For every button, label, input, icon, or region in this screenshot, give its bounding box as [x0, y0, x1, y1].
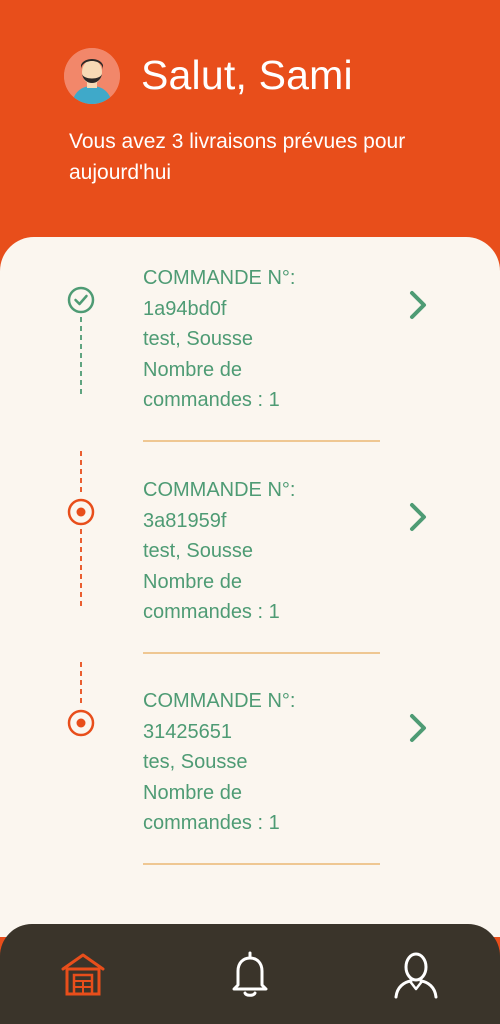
order-details: COMMANDE N°: 3a81959f test, Sousse Nombr… — [143, 475, 403, 628]
order-item[interactable]: COMMANDE N°: 31425651 tes, Sousse Nombre… — [0, 660, 500, 871]
order-count-value: commandes : 1 — [143, 389, 280, 411]
bell-icon — [232, 951, 268, 997]
chevron-right-icon[interactable] — [400, 499, 436, 535]
order-count-label: Nombre de — [143, 781, 242, 804]
order-count-label: Nombre de — [143, 358, 242, 381]
order-number: 1a94bd0f — [143, 297, 227, 320]
order-title: COMMANDE N°: — [143, 479, 296, 501]
order-item[interactable]: COMMANDE N°: 3a81959f test, Sousse Nombr… — [0, 449, 500, 660]
order-details: COMMANDE N°: 31425651 tes, Sousse Nombre… — [143, 686, 403, 839]
order-title: COMMANDE N°: — [143, 690, 296, 712]
chevron-right-icon[interactable] — [400, 710, 436, 746]
nav-profile-button[interactable] — [386, 944, 446, 1004]
order-location: test, Sousse — [143, 328, 254, 350]
chevron-right-icon[interactable] — [400, 287, 436, 323]
greeting-title: Salut, Sami — [141, 52, 353, 98]
order-location: tes, Sousse — [143, 751, 248, 773]
order-location: test, Sousse — [143, 540, 254, 562]
order-count-value: commandes : 1 — [143, 812, 280, 834]
deliveries-summary: Vous avez 3 livraisons prévues pour aujo… — [69, 130, 406, 184]
user-icon — [394, 952, 438, 999]
order-number: 3a81959f — [143, 509, 227, 532]
bottom-nav — [0, 924, 500, 1024]
timeline — [67, 451, 95, 607]
order-count-value: commandes : 1 — [143, 601, 280, 623]
orders-panel: COMMANDE N°: 1a94bd0f test, Sousse Nombr… — [0, 237, 500, 937]
order-item[interactable]: COMMANDE N°: 1a94bd0f test, Sousse Nombr… — [0, 237, 500, 448]
timeline — [67, 662, 95, 737]
order-details: COMMANDE N°: 1a94bd0f test, Sousse Nombr… — [143, 263, 403, 416]
divider — [143, 440, 380, 442]
check-circle-icon — [67, 286, 95, 314]
avatar-person-icon — [64, 48, 120, 104]
divider — [143, 652, 380, 654]
nav-notifications-button[interactable] — [220, 944, 280, 1004]
header: Salut, Sami Vous avez 3 livraisons prévu… — [0, 0, 500, 260]
timeline — [67, 286, 95, 395]
order-number: 31425651 — [143, 720, 232, 743]
order-count-label: Nombre de — [143, 570, 242, 593]
divider — [143, 863, 380, 865]
avatar[interactable] — [64, 48, 120, 104]
home-icon — [61, 953, 105, 996]
order-title: COMMANDE N°: — [143, 267, 296, 289]
nav-home-button[interactable] — [53, 944, 113, 1004]
